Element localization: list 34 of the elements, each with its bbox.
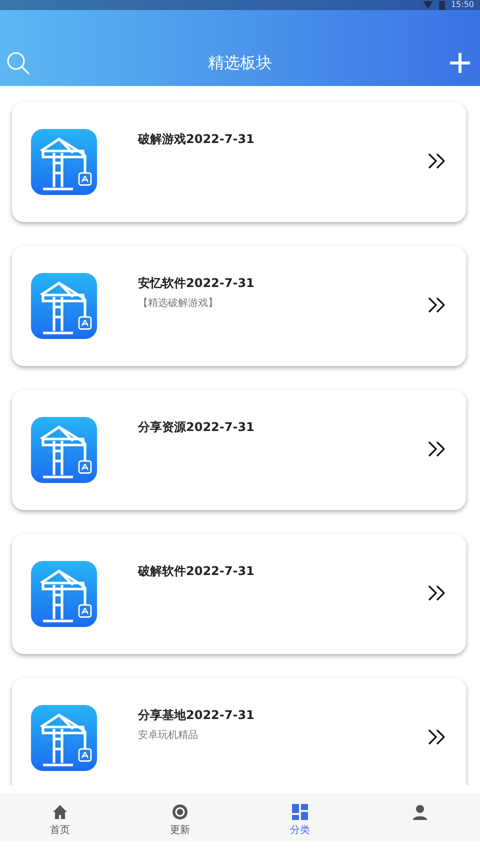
- crane-icon: [31, 273, 97, 339]
- crane-icon: [31, 129, 97, 195]
- double-chevron-icon[interactable]: [428, 152, 446, 170]
- app-card[interactable]: 破解软件2022-7-31: [12, 534, 466, 654]
- refresh-icon: [172, 804, 188, 820]
- grid-icon: [292, 804, 308, 820]
- crane-icon: [31, 705, 97, 771]
- app-card[interactable]: 破解游戏2022-7-31: [12, 102, 466, 222]
- card-title: 分享资源2022-7-31: [138, 419, 256, 436]
- card-subtitle: 【精选破解游戏】: [138, 296, 219, 310]
- person-icon: [412, 804, 428, 820]
- add-icon[interactable]: [450, 53, 470, 73]
- double-chevron-icon[interactable]: [428, 584, 446, 602]
- tab[interactable]: 更新: [120, 793, 240, 841]
- page-title: 精选板块: [208, 52, 272, 74]
- battery-icon: [438, 0, 445, 10]
- card-title: 安忆软件2022-7-31: [138, 275, 256, 292]
- double-chevron-icon[interactable]: [428, 440, 446, 458]
- double-chevron-icon[interactable]: [428, 728, 446, 746]
- tab[interactable]: 分类: [240, 793, 360, 841]
- card-title: 破解软件2022-7-31: [138, 563, 256, 580]
- app-card[interactable]: 分享资源2022-7-31: [12, 390, 466, 510]
- clock-time: 15:50: [450, 0, 474, 10]
- home-icon: [52, 804, 68, 820]
- crane-icon: [31, 561, 97, 627]
- card-subtitle: 安卓玩机精品: [138, 728, 199, 742]
- card-title: 破解游戏2022-7-31: [138, 131, 256, 148]
- app-card[interactable]: 分享基地2022-7-31 安卓玩机精品: [12, 678, 466, 785]
- crane-icon: [31, 417, 97, 483]
- double-chevron-icon[interactable]: [428, 296, 446, 314]
- card-title: 分享基地2022-7-31: [138, 707, 256, 724]
- tab[interactable]: 首页: [0, 793, 120, 841]
- wifi-icon: [422, 1, 433, 9]
- app-card[interactable]: 安忆软件2022-7-31 【精选破解游戏】: [12, 246, 466, 366]
